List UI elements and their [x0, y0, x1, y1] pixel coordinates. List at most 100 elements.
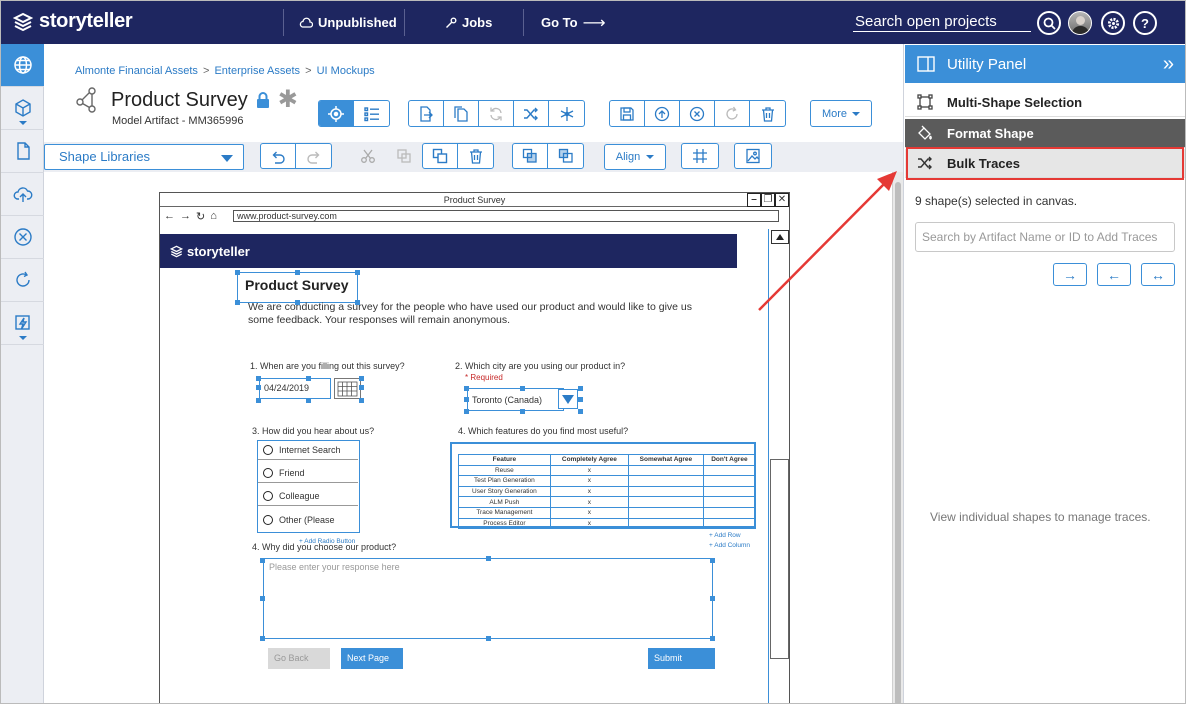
search-button[interactable] [1037, 11, 1061, 35]
cut-button[interactable] [351, 144, 386, 168]
resize-handle[interactable] [260, 636, 265, 641]
table-cell[interactable] [702, 506, 757, 519]
table-cell[interactable] [628, 517, 704, 530]
mockup-url-field[interactable]: www.product-survey.com [233, 210, 779, 222]
next-page-button[interactable]: Next Page [341, 648, 403, 669]
radio-option[interactable]: Internet Search [258, 441, 358, 460]
radio-option[interactable]: Friend [258, 464, 358, 483]
table-cell[interactable] [628, 475, 704, 487]
undo-button[interactable] [261, 144, 296, 168]
user-avatar[interactable] [1068, 11, 1092, 35]
table-cell[interactable]: Process Editor [458, 517, 551, 530]
table-cell[interactable] [628, 464, 704, 477]
close-icon[interactable]: ✕ [775, 193, 789, 207]
resize-handle[interactable] [295, 300, 300, 305]
export-button[interactable] [409, 101, 444, 126]
sync-button[interactable] [479, 101, 514, 126]
breadcrumb-link[interactable]: Enterprise Assets [214, 65, 300, 77]
table-cell[interactable]: x [549, 496, 630, 508]
resize-handle[interactable] [355, 300, 360, 305]
add-outgoing-trace-button[interactable]: → [1053, 263, 1087, 286]
settings-button[interactable] [1101, 11, 1125, 35]
shuffle-button[interactable] [514, 101, 549, 126]
date-input[interactable]: 04/24/2019 [259, 378, 331, 399]
table-cell[interactable]: ALM Push [458, 496, 551, 508]
minimize-icon[interactable]: – [747, 193, 761, 207]
table-cell[interactable]: User Story Generation [458, 485, 551, 498]
sidebar-item-discard[interactable] [1, 216, 44, 259]
calendar-icon[interactable] [334, 378, 361, 399]
trace-search-input[interactable]: Search by Artifact Name or ID to Add Tra… [915, 222, 1175, 252]
resize-handle[interactable] [355, 270, 360, 275]
publish-status-button[interactable]: Unpublished [299, 1, 397, 44]
help-button[interactable]: ? [1133, 11, 1157, 35]
breadcrumb-link[interactable]: Almonte Financial Assets [75, 65, 198, 77]
table-cell[interactable] [702, 496, 757, 508]
resize-handle[interactable] [235, 300, 240, 305]
list-view-button[interactable] [354, 101, 389, 126]
goto-button[interactable]: Go To ⟶ [541, 1, 606, 44]
resize-handle[interactable] [256, 398, 261, 403]
reload-icon[interactable]: ↻ [196, 210, 205, 223]
redo-button[interactable] [296, 144, 331, 168]
add-incoming-trace-button[interactable]: ← [1097, 263, 1131, 286]
resize-handle[interactable] [578, 409, 583, 414]
radio-option[interactable]: Colleague [258, 487, 358, 506]
resize-handle[interactable] [486, 636, 491, 641]
multi-shape-selection-item[interactable]: Multi-Shape Selection [905, 88, 1185, 117]
table-cell[interactable]: x [549, 464, 630, 477]
sidebar-item-publish[interactable] [1, 173, 44, 216]
table-cell[interactable]: Reuse [458, 464, 551, 477]
table-cell[interactable]: x [549, 485, 630, 498]
resize-handle[interactable] [359, 385, 364, 390]
breadcrumb-link[interactable]: UI Mockups [317, 65, 375, 77]
forward-arrow-icon[interactable]: → [180, 210, 191, 222]
canvas-view-button[interactable] [319, 101, 354, 126]
table-cell[interactable] [702, 475, 757, 487]
mockup-scrollbar[interactable] [768, 229, 790, 703]
sidebar-item-generate[interactable] [1, 302, 44, 345]
table-cell[interactable] [628, 506, 704, 519]
resize-handle[interactable] [578, 397, 583, 402]
refresh-button[interactable] [715, 101, 750, 126]
table-cell[interactable] [628, 496, 704, 508]
resize-handle[interactable] [464, 386, 469, 391]
back-arrow-icon[interactable]: ← [164, 210, 175, 222]
table-cell[interactable]: x [549, 475, 630, 487]
go-back-button[interactable]: Go Back [268, 648, 330, 669]
table-cell[interactable] [628, 485, 704, 498]
project-search-input[interactable]: Search open projects [853, 12, 1031, 32]
resize-handle[interactable] [710, 596, 715, 601]
resize-handle[interactable] [260, 558, 265, 563]
resize-handle[interactable] [359, 376, 364, 381]
more-button[interactable]: More [810, 100, 872, 127]
resize-handle[interactable] [256, 385, 261, 390]
mockup-scroll-thumb[interactable] [770, 459, 789, 659]
resize-handle[interactable] [710, 558, 715, 563]
storyteller-logo[interactable]: storyteller [13, 10, 133, 33]
resize-handle[interactable] [520, 409, 525, 414]
add-bidirectional-trace-button[interactable]: ↔ [1141, 263, 1175, 286]
align-dropdown[interactable]: Align [604, 144, 666, 170]
resize-handle[interactable] [464, 409, 469, 414]
paste-button[interactable] [386, 144, 421, 168]
city-select[interactable]: Toronto (Canada) [467, 388, 564, 411]
duplicate-button[interactable] [423, 144, 458, 168]
resize-handle[interactable] [359, 398, 364, 403]
add-column-link[interactable]: + Add Column [709, 542, 750, 549]
resize-handle[interactable] [520, 386, 525, 391]
table-cell[interactable] [702, 517, 757, 530]
save-button[interactable] [610, 101, 645, 126]
bring-forward-button[interactable] [513, 144, 548, 168]
publish-button[interactable] [645, 101, 680, 126]
copy-button[interactable] [444, 101, 479, 126]
discard-button[interactable] [680, 101, 715, 126]
add-row-link[interactable]: + Add Row [709, 532, 741, 539]
response-textarea[interactable]: Please enter your response here [263, 558, 713, 639]
sidebar-item-document[interactable] [1, 130, 44, 173]
delete-shape-button[interactable] [458, 144, 493, 168]
lock-icon[interactable] [256, 92, 270, 108]
resize-handle[interactable] [306, 398, 311, 403]
shape-libraries-dropdown[interactable]: Shape Libraries [44, 144, 244, 170]
maximize-icon[interactable]: ❐ [761, 193, 775, 207]
